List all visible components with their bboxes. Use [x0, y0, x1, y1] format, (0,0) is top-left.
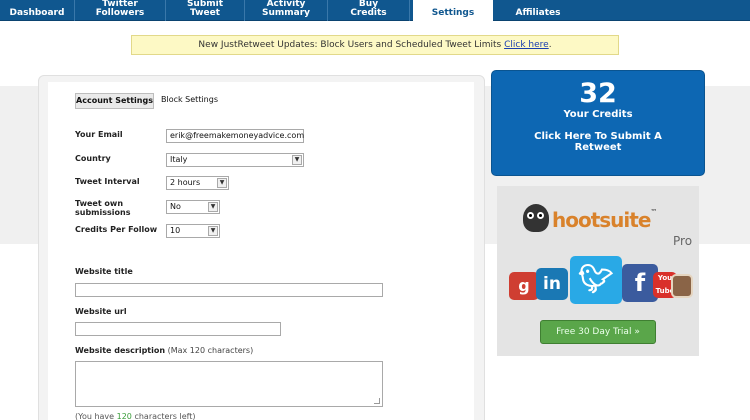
tweet-own-label-line1: Tweet own: [75, 199, 124, 208]
website-description-hint: (Max 120 characters): [165, 346, 254, 355]
tab-buy-credits[interactable]: Buy Credits: [328, 0, 410, 21]
website-url-label: Website url: [75, 307, 127, 316]
tab-activity-summary[interactable]: Activity Summary: [245, 0, 328, 21]
twitter-icon: 🐦︎: [570, 256, 622, 304]
tweet-own-label: Tweet own submissions: [75, 199, 130, 217]
brand-text: hootsuite: [552, 208, 651, 232]
owl-icon: [523, 204, 549, 232]
tab-label: Credits: [350, 8, 387, 18]
trademark: ™: [650, 208, 657, 216]
announcement-text: New JustRetweet Updates: Block Users and…: [198, 40, 505, 50]
hootsuite-ad[interactable]: hootsuite™ Pro g in 🐦︎ f You Tube Free 30…: [497, 186, 699, 356]
chevron-down-icon: ▼: [217, 178, 227, 188]
email-label: Your Email: [75, 130, 123, 139]
tab-label: Followers: [95, 8, 145, 18]
tweet-own-label-line2: submissions: [75, 208, 131, 217]
chevron-down-icon: ▼: [208, 202, 218, 212]
email-field[interactable]: erik@freemakemoneyadvice.com: [166, 129, 304, 143]
credits-count: 32: [579, 78, 617, 109]
chevron-down-icon: ▼: [292, 155, 302, 165]
credits-per-follow-label: Credits Per Follow: [75, 225, 158, 234]
tab-label: Tweet: [190, 8, 220, 18]
social-icons: g in 🐦︎ f You Tube: [509, 256, 693, 304]
tweet-interval-label: Tweet Interval: [75, 177, 140, 186]
website-title-input[interactable]: [75, 283, 383, 297]
announcement-bar: New JustRetweet Updates: Block Users and…: [131, 35, 619, 55]
announcement-suffix: .: [548, 40, 552, 50]
website-title-label: Website title: [75, 267, 133, 276]
brand-name: hootsuite™: [552, 208, 657, 232]
cta-line2: Retweet: [574, 142, 622, 153]
tweet-interval-value: 2 hours: [170, 178, 201, 187]
tweet-own-select[interactable]: No ▼: [166, 200, 220, 214]
resize-grip-icon[interactable]: [374, 398, 380, 404]
submit-retweet-link[interactable]: Click Here To Submit A Retweet: [492, 131, 704, 153]
tweet-own-value: No: [170, 202, 181, 211]
tab-affiliates[interactable]: Affiliates: [496, 0, 580, 21]
country-select[interactable]: Italy ▼: [166, 153, 304, 167]
country-value: Italy: [170, 155, 188, 164]
counter-number: 120: [116, 412, 132, 420]
counter-suffix: characters left): [131, 412, 196, 420]
cta-line1: Click Here To Submit A: [534, 131, 662, 142]
tab-label: Summary: [261, 8, 311, 18]
tab-label: Settings: [431, 8, 475, 18]
brand-tier: Pro: [673, 234, 693, 248]
credits-per-follow-select[interactable]: 10 ▼: [166, 224, 220, 238]
country-label: Country: [75, 154, 111, 163]
tab-label: Affiliates: [515, 8, 561, 18]
tab-settings[interactable]: Settings: [413, 0, 493, 21]
credits-box[interactable]: 32 Your Credits Click Here To Submit A R…: [491, 70, 705, 176]
website-url-input[interactable]: [75, 322, 281, 336]
credits-per-follow-value: 10: [170, 226, 181, 235]
tab-submit-tweet[interactable]: Submit Tweet: [166, 0, 245, 21]
website-description-title: Website description: [75, 346, 166, 355]
tweet-interval-select[interactable]: 2 hours ▼: [166, 176, 229, 190]
character-counter: (You have 120 characters left): [75, 412, 196, 420]
google-plus-icon: g: [509, 272, 539, 300]
tab-account-settings[interactable]: Account Settings: [75, 93, 154, 109]
tab-dashboard[interactable]: Dashboard: [0, 0, 75, 21]
tab-twitter-followers[interactable]: Twitter Followers: [75, 0, 166, 21]
counter-prefix: (You have: [75, 412, 117, 420]
website-description-textarea[interactable]: [75, 361, 383, 407]
tab-block-settings[interactable]: Block Settings: [161, 93, 218, 109]
website-description-label: Website description (Max 120 characters): [75, 346, 253, 355]
instagram-icon: [671, 274, 693, 298]
linkedin-icon: in: [536, 268, 568, 300]
top-nav: Dashboard Twitter Followers Submit Tweet…: [0, 0, 750, 21]
free-trial-button[interactable]: Free 30 Day Trial »: [540, 320, 656, 344]
chevron-down-icon: ▼: [208, 226, 218, 236]
tab-label: Dashboard: [9, 8, 65, 18]
announcement-link[interactable]: Click here: [504, 40, 549, 50]
credits-label: Your Credits: [563, 109, 633, 120]
